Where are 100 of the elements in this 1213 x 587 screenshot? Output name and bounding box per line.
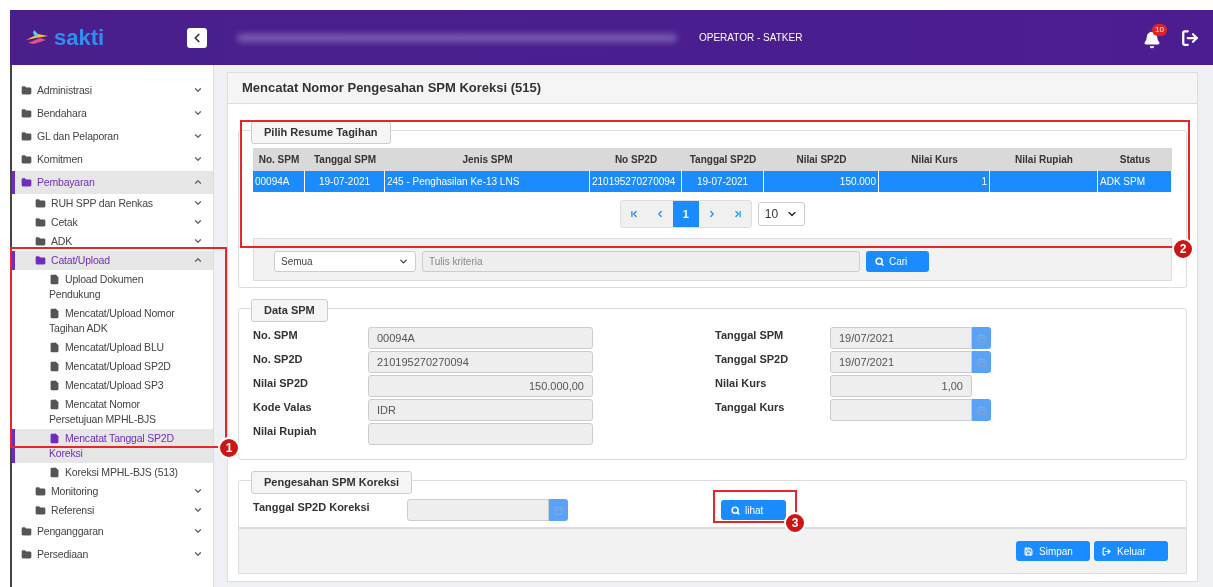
chevron-down-icon <box>193 85 203 95</box>
calendar-icon <box>977 333 986 343</box>
file-icon <box>49 466 60 478</box>
column-header: No SP2D <box>613 153 659 167</box>
collapse-button[interactable] <box>187 27 207 48</box>
sidebar-item[interactable]: Mencatat Nomor Persetujuan MPHL-BJS <box>12 395 213 429</box>
input-field[interactable]: 1,00 <box>830 375 972 397</box>
sidebar-item[interactable]: Catat/Upload <box>12 251 213 270</box>
column-header: Nilai Kurs <box>910 153 959 167</box>
sidebar-item[interactable]: Upload Dokumen Pendukung <box>12 270 213 304</box>
table-cell: 1 <box>879 171 990 192</box>
input-field[interactable] <box>368 423 593 445</box>
column-header: Tanggal SPM <box>312 153 377 167</box>
folder-icon <box>21 525 32 537</box>
folder-icon <box>35 485 46 497</box>
file-icon <box>49 307 60 319</box>
notification-count: 10 <box>1152 23 1167 36</box>
file-icon <box>49 360 60 372</box>
file-icon <box>49 273 60 285</box>
file-icon <box>49 398 60 410</box>
sidebar-item[interactable]: Mencatat Tanggal SP2D Koreksi <box>12 429 213 463</box>
table-cell: 210195270270094 <box>590 171 682 192</box>
column-header: No. SPM <box>257 153 301 167</box>
page-title: Mencatat Nomor Pengesahan SPM Koreksi (515) <box>228 73 1197 104</box>
page-size-select[interactable]: 10 <box>757 202 806 226</box>
sidebar-item[interactable]: Referensi <box>12 501 213 520</box>
input-field[interactable]: 00094A <box>368 327 593 349</box>
sidebar-item[interactable]: Bendahara <box>12 102 213 125</box>
sidebar-item[interactable]: ADK <box>12 232 213 251</box>
field-label: Nilai Rupiah <box>253 424 318 439</box>
chevron-down-icon <box>193 108 203 118</box>
calendar-button[interactable] <box>549 499 568 521</box>
column-header: Nilai SP2D <box>795 153 848 167</box>
user-role: OPERATOR - SATKER <box>699 31 803 45</box>
folder-icon <box>35 197 46 209</box>
column-header: Jenis SPM <box>461 153 514 167</box>
sidebar-item[interactable]: Penganggaran <box>12 520 213 543</box>
folder-icon <box>35 235 46 247</box>
chevron-down-icon <box>193 131 203 141</box>
field-label: Kode Valas <box>253 400 313 415</box>
logout-icon[interactable] <box>1181 28 1199 47</box>
sidebar-item[interactable]: Mencatat/Upload Nomor Tagihan ADK <box>12 304 213 338</box>
input-field[interactable]: 19/07/2021 <box>830 351 972 373</box>
filter-select[interactable]: Semua <box>274 251 416 272</box>
chevron-down-icon <box>193 526 203 536</box>
sidebar-item[interactable]: Pembayaran <box>12 171 213 194</box>
search-icon <box>731 505 740 515</box>
field-label: Nilai SP2D <box>253 376 310 391</box>
chevron-down-icon <box>193 549 203 559</box>
section-legend: Pengesahan SPM Koreksi <box>251 471 413 494</box>
field-label: Tanggal SPM <box>715 328 785 343</box>
calendar-button[interactable] <box>972 351 991 373</box>
column-header: Tanggal SP2D <box>688 153 758 167</box>
calendar-icon <box>977 405 986 415</box>
field-label: Tanggal SP2D Koreksi <box>253 500 371 515</box>
input-field[interactable]: 150.000,00 <box>368 375 593 397</box>
sidebar-item[interactable]: Mencatat/Upload SP3 <box>12 376 213 395</box>
input-field[interactable] <box>407 499 549 521</box>
folder-icon <box>21 153 32 165</box>
exit-icon <box>1102 546 1111 556</box>
folder-icon <box>35 216 46 228</box>
field-label: Tanggal Kurs <box>715 400 786 415</box>
file-icon <box>49 432 60 444</box>
column-header: Status <box>1118 153 1152 167</box>
folder-icon <box>21 84 32 96</box>
input-field[interactable] <box>830 399 972 421</box>
folder-icon <box>21 548 32 560</box>
folder-icon <box>21 176 32 188</box>
input-field[interactable]: IDR <box>368 399 593 421</box>
sidebar-item[interactable]: GL dan Pelaporan <box>12 125 213 148</box>
sidebar-item[interactable]: Mencatat/Upload BLU <box>12 338 213 357</box>
sidebar-item[interactable]: Komitmen <box>12 148 213 171</box>
sidebar-item[interactable]: Mencatat/Upload SP2D <box>12 357 213 376</box>
search-field[interactable]: Tulis kriteria <box>422 251 860 272</box>
input-field[interactable]: 19/07/2021 <box>830 327 972 349</box>
file-icon <box>49 379 60 391</box>
sidebar-item[interactable]: Administrasi <box>12 79 213 102</box>
sidebar-item[interactable]: Cetak <box>12 213 213 232</box>
field-label: Nilai Kurs <box>715 376 768 391</box>
table-cell: 19-07-2021 <box>305 171 385 192</box>
sidebar-item[interactable]: Monitoring <box>12 482 213 501</box>
chevron-up-icon <box>193 255 203 265</box>
calendar-button[interactable] <box>972 399 991 421</box>
column-header: Nilai Rupiah <box>1014 153 1074 167</box>
table-cell: 19-07-2021 <box>682 171 764 192</box>
calendar-button[interactable] <box>972 327 991 349</box>
last-page-icon <box>732 209 743 219</box>
sidebar-item[interactable]: RUH SPP dan Renkas <box>12 194 213 213</box>
table-cell: 150.000 <box>764 171 879 192</box>
sidebar-item[interactable]: Koreksi MPHL-BJS (513) <box>12 463 213 482</box>
first-page-icon <box>628 209 639 219</box>
table-cell: 245 - Penghasilan Ke-13 LNS <box>385 171 590 192</box>
calendar-icon <box>554 505 563 515</box>
input-field[interactable]: 210195270270094 <box>368 351 593 373</box>
table-cell: 00094A <box>253 171 305 192</box>
chevron-down-icon <box>193 154 203 164</box>
folder-icon <box>21 130 32 142</box>
folder-icon <box>21 107 32 119</box>
sidebar-item[interactable]: Persediaan <box>12 543 213 566</box>
table-cell: ADK SPM <box>1098 171 1172 192</box>
